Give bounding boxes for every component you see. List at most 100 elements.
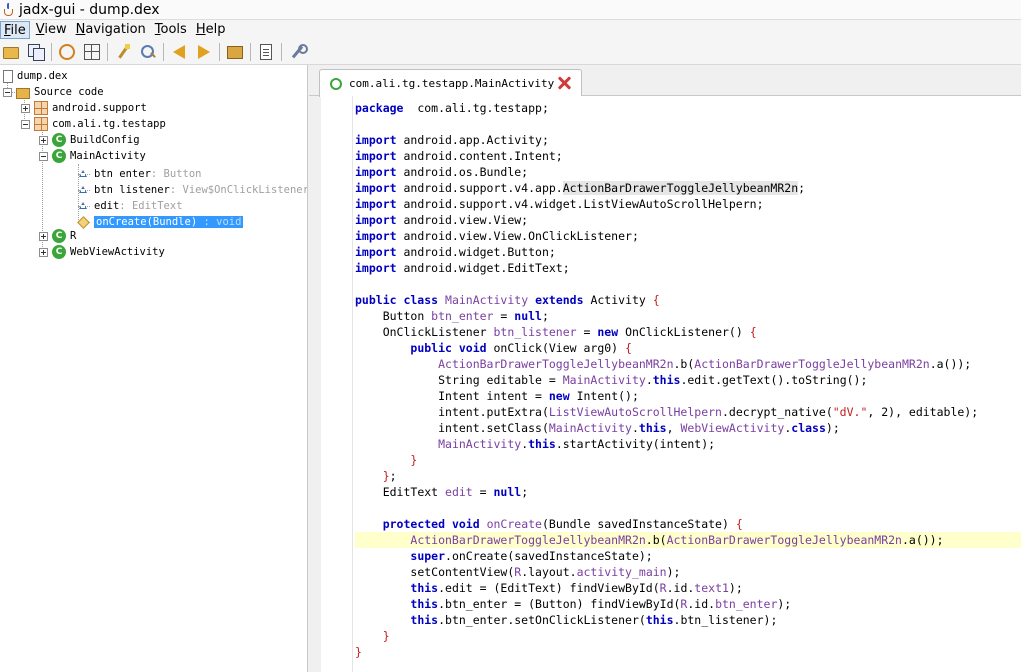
selected-node: onCreate(Bundle) : void: [94, 216, 244, 228]
code-line[interactable]: Intent intent = new Intent();: [355, 388, 1021, 404]
code-line[interactable]: ActionBarDrawerToggleJellybeanMR2n.b(Act…: [355, 532, 1021, 548]
tree-node-method-oncreate[interactable]: onCreate(Bundle) : void: [78, 214, 244, 230]
class-icon: C: [52, 245, 66, 259]
open-button[interactable]: [0, 41, 22, 63]
toolbar-separator: [107, 42, 108, 61]
expand-toggle[interactable]: [21, 103, 30, 113]
tree-node-source-code[interactable]: Source code: [3, 84, 104, 100]
menu-view[interactable]: View: [33, 21, 70, 39]
sync-button[interactable]: [56, 41, 78, 63]
copy-icon: [28, 43, 45, 61]
code-line[interactable]: this.btn_enter = (Button) findViewById(R…: [355, 596, 1021, 612]
code-line[interactable]: this.btn_enter.setOnClickListener(this.b…: [355, 612, 1021, 628]
code-line[interactable]: import android.widget.EditText;: [355, 260, 1021, 276]
code-line[interactable]: public void onClick(View arg0) {: [355, 340, 1021, 356]
code-line[interactable]: public class MainActivity extends Activi…: [355, 292, 1021, 308]
project-tree[interactable]: dump.dex Source code android.support com…: [0, 65, 308, 672]
menu-navigation[interactable]: Navigation: [73, 21, 149, 39]
tree-node-field-edit[interactable]: edit : EditText: [78, 198, 183, 214]
code-line[interactable]: intent.setClass(MainActivity.this, WebVi…: [355, 420, 1021, 436]
code-line[interactable]: OnClickListener btn_listener = new OnCli…: [355, 324, 1021, 340]
preferences-button[interactable]: [286, 41, 308, 63]
menu-help[interactable]: Help: [193, 21, 229, 39]
code-line[interactable]: [355, 500, 1021, 516]
close-icon[interactable]: [557, 76, 571, 90]
window-title: jadx-gui - dump.dex: [19, 1, 160, 18]
expand-toggle[interactable]: [39, 135, 48, 145]
class-icon: C: [52, 133, 66, 147]
field-icon: [78, 185, 88, 195]
log-button[interactable]: [255, 41, 277, 63]
code-line[interactable]: import android.support.v4.widget.ListVie…: [355, 196, 1021, 212]
code-line[interactable]: }: [355, 644, 1021, 660]
code-line[interactable]: import android.view.View.OnClickListener…: [355, 228, 1021, 244]
code-line[interactable]: [355, 116, 1021, 132]
code-line[interactable]: EditText edit = null;: [355, 484, 1021, 500]
code-line[interactable]: this.edit = (EditText) findViewById(R.id…: [355, 580, 1021, 596]
file-icon: [3, 69, 13, 83]
code-line[interactable]: }: [355, 628, 1021, 644]
menu-file[interactable]: File: [0, 20, 30, 39]
tree-node-field-btn-enter[interactable]: btn enter : Button: [78, 166, 201, 182]
tree-node-field-btn-listener[interactable]: btn listener : View$OnClickListener: [78, 182, 307, 198]
tree-node-webviewactivity[interactable]: C WebViewActivity: [39, 244, 165, 260]
expand-toggle[interactable]: [39, 247, 48, 257]
collapse-toggle[interactable]: [39, 151, 48, 161]
log-icon: [260, 43, 272, 60]
toolbar: [0, 39, 1021, 65]
code-line[interactable]: };: [355, 468, 1021, 484]
code-line[interactable]: intent.putExtra(ListViewAutoScrollHelper…: [355, 404, 1021, 420]
package-icon: [34, 117, 48, 131]
menu-tools[interactable]: Tools: [152, 21, 190, 39]
tree-node-android-support[interactable]: android.support: [21, 100, 147, 116]
deobfuscation-button[interactable]: [224, 41, 246, 63]
line-gutter: [321, 96, 353, 672]
tree-icon: [84, 43, 100, 60]
flatten-button[interactable]: [81, 41, 103, 63]
class-icon: C: [52, 229, 66, 243]
decompile-wand-icon: [115, 43, 131, 60]
folder-icon: [16, 87, 30, 99]
search-button[interactable]: [137, 41, 159, 63]
package-icon: [34, 101, 48, 115]
sync-icon: [59, 43, 75, 60]
toolbar-separator: [219, 42, 220, 61]
open-folder-icon: [3, 47, 19, 59]
code-line[interactable]: MainActivity.this.startActivity(intent);: [355, 436, 1021, 452]
java-cup-icon: [3, 2, 15, 17]
code-text[interactable]: package com.ali.tg.testapp; import androi…: [355, 100, 1021, 660]
collapse-toggle[interactable]: [3, 87, 12, 97]
code-line[interactable]: import android.view.View;: [355, 212, 1021, 228]
save-all-button[interactable]: [25, 41, 47, 63]
method-icon: [78, 217, 88, 227]
tree-node-buildconfig[interactable]: C BuildConfig: [39, 132, 140, 148]
code-editor[interactable]: package com.ali.tg.testapp; import androi…: [321, 96, 1021, 672]
tree-node-dex[interactable]: dump.dex: [3, 68, 68, 84]
code-line[interactable]: import android.os.Bundle;: [355, 164, 1021, 180]
code-line[interactable]: import android.app.Activity;: [355, 132, 1021, 148]
decompile-button[interactable]: [112, 41, 134, 63]
back-button[interactable]: [168, 41, 190, 63]
search-icon: [140, 44, 156, 60]
code-line[interactable]: package com.ali.tg.testapp;: [355, 100, 1021, 116]
code-line[interactable]: protected void onCreate(Bundle savedInst…: [355, 516, 1021, 532]
collapse-toggle[interactable]: [21, 119, 30, 129]
code-line[interactable]: Button btn_enter = null;: [355, 308, 1021, 324]
code-line[interactable]: super.onCreate(savedInstanceState);: [355, 548, 1021, 564]
code-line[interactable]: }: [355, 452, 1021, 468]
toolbar-separator: [250, 42, 251, 61]
expand-toggle[interactable]: [39, 231, 48, 241]
tree-node-mainactivity[interactable]: C MainActivity: [39, 148, 146, 164]
code-line[interactable]: [355, 276, 1021, 292]
code-line[interactable]: import android.widget.Button;: [355, 244, 1021, 260]
code-line[interactable]: String editable = MainActivity.this.edit…: [355, 372, 1021, 388]
code-line[interactable]: setContentView(R.layout.activity_main);: [355, 564, 1021, 580]
code-line[interactable]: ActionBarDrawerToggleJellybeanMR2n.b(Act…: [355, 356, 1021, 372]
forward-button[interactable]: [193, 41, 215, 63]
code-line[interactable]: import android.content.Intent;: [355, 148, 1021, 164]
tree-node-r[interactable]: C R: [39, 228, 76, 244]
code-line[interactable]: import android.support.v4.app.ActionBarD…: [355, 180, 1021, 196]
tree-node-testapp[interactable]: com.ali.tg.testapp: [21, 116, 166, 132]
toolbar-separator: [281, 42, 282, 61]
tab-mainactivity[interactable]: com.ali.tg.testapp.MainActivity: [319, 69, 582, 97]
